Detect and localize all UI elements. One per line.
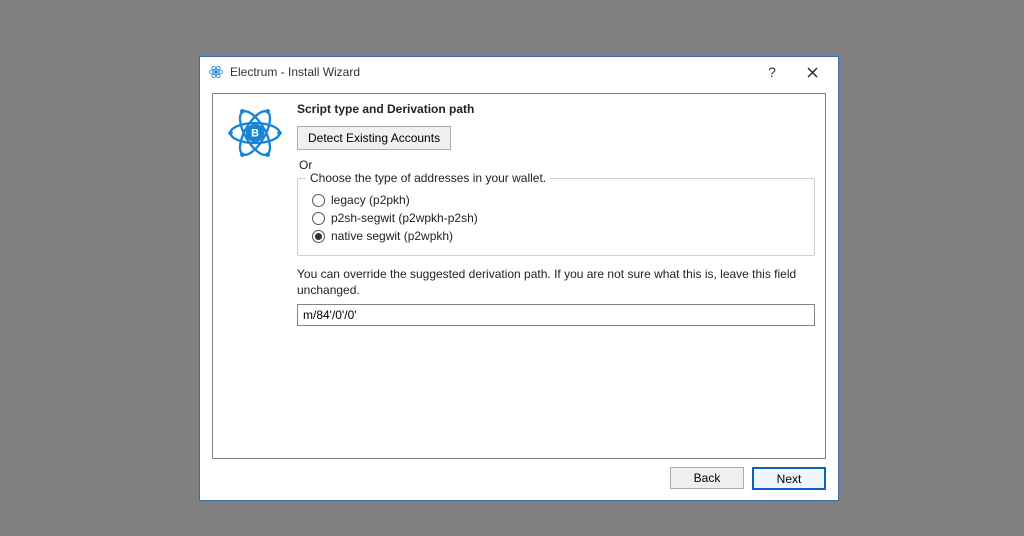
help-button[interactable]: ? [752,58,792,86]
or-label: Or [299,158,815,172]
content-column: Script type and Derivation path Detect E… [297,102,815,450]
radio-p2sh-segwit[interactable]: p2sh-segwit (p2wpkh-p2sh) [308,211,804,225]
radio-label: p2sh-segwit (p2wpkh-p2sh) [331,211,478,225]
window-title-area: Electrum - Install Wizard [208,64,752,80]
titlebar-controls: ? [752,58,832,86]
electrum-app-icon [208,64,224,80]
radio-native-segwit[interactable]: native segwit (p2wpkh) [308,229,804,243]
client-area: B Script type and Derivation path Detect… [200,87,838,500]
next-button[interactable]: Next [752,467,826,490]
detect-existing-accounts-button[interactable]: Detect Existing Accounts [297,126,451,150]
derivation-hint: You can override the suggested derivatio… [297,266,815,298]
radio-label: native segwit (p2wpkh) [331,229,453,243]
address-type-group-title: Choose the type of addresses in your wal… [306,171,550,185]
radio-label: legacy (p2pkh) [331,193,410,207]
titlebar: Electrum - Install Wizard ? [200,57,838,87]
install-wizard-window: Electrum - Install Wizard ? [199,56,839,501]
radio-icon [312,194,325,207]
wizard-body: B Script type and Derivation path Detect… [212,93,826,459]
page-heading: Script type and Derivation path [297,102,815,116]
derivation-path-input[interactable] [297,304,815,326]
radio-legacy[interactable]: legacy (p2pkh) [308,193,804,207]
address-type-group: Choose the type of addresses in your wal… [297,178,815,256]
logo-column: B [223,102,287,450]
window-title-text: Electrum - Install Wizard [230,65,360,79]
back-button[interactable]: Back [670,467,744,489]
svg-text:B: B [251,128,259,140]
close-button[interactable] [792,58,832,86]
electrum-logo-icon: B [226,104,284,450]
wizard-footer: Back Next [212,459,826,490]
radio-icon [312,230,325,243]
radio-icon [312,212,325,225]
close-icon [807,67,818,78]
